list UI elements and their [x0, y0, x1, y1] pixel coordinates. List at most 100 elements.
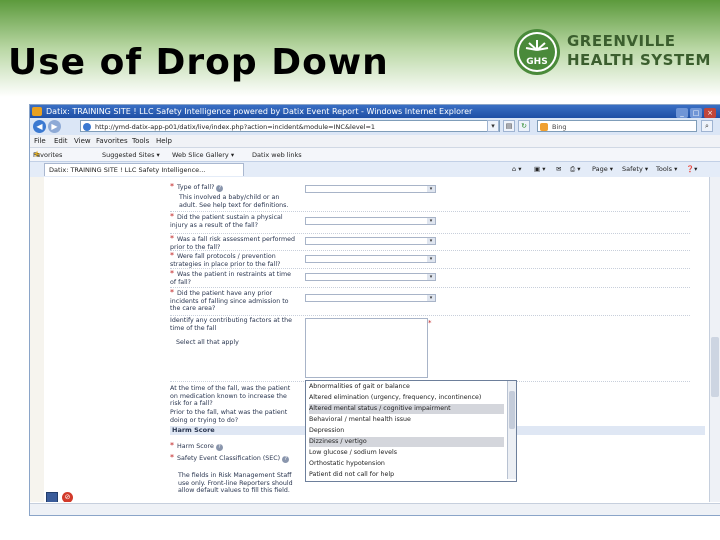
question-label: Safety Event Classification (SEC) — [177, 455, 281, 462]
question-prior-incidents: * Did the patient have any prior incident… — [170, 289, 298, 313]
dropdown-scrollbar[interactable] — [507, 381, 516, 479]
question-sec: * Safety Event Classification (SEC)? — [170, 454, 298, 463]
menu-edit[interactable]: Edit — [54, 135, 68, 147]
page-scrollbar[interactable] — [709, 177, 720, 502]
close-icon[interactable]: × — [704, 108, 716, 118]
question-note: This involved a baby/child or an adult. … — [179, 194, 289, 209]
dropdown-option[interactable]: Behavioral / mental health issue — [309, 415, 504, 425]
search-placeholder: Bing — [552, 123, 567, 131]
help-icon[interactable]: ? — [216, 185, 224, 192]
contributing-factors-dropdown[interactable]: Abnormalities of gait or balance Altered… — [305, 380, 517, 482]
window-titlebar: Datix: TRAINING SITE ! LLC Safety Intell… — [30, 105, 720, 118]
menu-bar: File Edit View Favorites Tools Help — [30, 135, 720, 147]
menu-help[interactable]: Help — [156, 135, 172, 147]
menu-view[interactable]: View — [74, 135, 91, 147]
question-restraints: * Was the patient in restraints at time o… — [170, 270, 295, 286]
address-row: ◀ ▶ http://ymd-datix-app-p01/datix/live/… — [30, 118, 720, 135]
ie-page-icon — [83, 123, 91, 131]
required-asterisk: * — [170, 182, 174, 191]
separator — [170, 211, 690, 212]
address-bar[interactable]: http://ymd-datix-app-p01/datix/live/inde… — [80, 120, 500, 132]
separator — [170, 268, 690, 269]
home-icon[interactable]: ⌂ ▾ — [512, 162, 521, 177]
help-menu-icon[interactable]: ❓▾ — [686, 162, 697, 177]
address-dropdown-icon[interactable]: ▾ — [487, 120, 499, 132]
mail-icon[interactable]: ✉ — [556, 162, 561, 177]
question-label: Harm Score — [177, 443, 214, 450]
dropdown-option[interactable]: Altered elimination (urgency, frequency,… — [309, 393, 504, 403]
menu-tools[interactable]: Tools — [132, 135, 149, 147]
risk-management-note: The fields in Risk Management Staff use … — [178, 472, 293, 494]
browser-screenshot: Datix: TRAINING SITE ! LLC Safety Intell… — [29, 104, 720, 516]
dropdown-scroll-thumb[interactable] — [509, 391, 515, 429]
incident-form: * Type of fall?? ▾ This involved a baby/c… — [30, 177, 710, 502]
protocols-select[interactable]: ▾ — [305, 255, 436, 263]
search-icon[interactable]: ⌕ — [701, 120, 713, 132]
dropdown-option[interactable]: Depression — [309, 426, 504, 436]
menu-favorites[interactable]: Favorites — [96, 135, 128, 147]
menu-file[interactable]: File — [34, 135, 46, 147]
refresh-icon[interactable]: ↻ — [518, 120, 530, 132]
question-activity: Prior to the fall, what was the patient … — [170, 409, 288, 424]
question-medication: At the time of the fall, was the patient… — [170, 385, 291, 407]
question-label: Were fall protocols / prevention strateg… — [170, 253, 281, 268]
page-menu[interactable]: Page ▾ — [592, 162, 613, 177]
back-icon[interactable]: ◀ — [33, 120, 46, 133]
required-asterisk: * — [170, 453, 174, 462]
tab-datix[interactable]: Datix: TRAINING SITE ! LLC Safety Intell… — [44, 163, 244, 176]
question-label: Did the patient sustain a physical injur… — [170, 214, 283, 229]
dropdown-option[interactable]: Abnormalities of gait or balance — [309, 382, 504, 392]
logo-text: GREENVILLE HEALTH SYSTEM — [567, 32, 711, 70]
chevron-down-icon: ▾ — [427, 186, 435, 192]
type-of-fall-select[interactable]: ▾ — [305, 185, 436, 193]
question-contributing-factors: Identify any contributing factors at the… — [170, 317, 293, 332]
tools-menu[interactable]: Tools ▾ — [656, 162, 677, 177]
help-icon[interactable]: ? — [215, 444, 223, 451]
question-label: Was a fall risk assessment performed pri… — [170, 236, 296, 251]
compat-view-icon[interactable]: ▤ — [503, 120, 515, 132]
address-text: http://ymd-datix-app-p01/datix/live/inde… — [95, 123, 376, 131]
dropdown-option[interactable]: Low glucose / sodium levels — [309, 448, 504, 458]
chevron-down-icon: ▾ — [427, 218, 435, 224]
fav-web-slice[interactable]: Web Slice Gallery ▾ — [172, 148, 234, 162]
favorites-bar: ★ Favorites Suggested Sites ▾ Web Slice … — [30, 147, 720, 162]
maximize-icon[interactable]: □ — [690, 108, 702, 118]
dropdown-option[interactable]: Patient did not call for help — [309, 470, 504, 480]
save-disk-icon[interactable] — [46, 492, 58, 502]
risk-assessment-select[interactable]: ▾ — [305, 237, 436, 245]
question-injury: * Did the patient sustain a physical inju… — [170, 213, 295, 229]
logo-line1: GREENVILLE — [567, 32, 676, 50]
print-icon[interactable]: ⎙ ▾ — [570, 162, 581, 177]
app-icon — [32, 107, 42, 116]
required-asterisk: * — [170, 251, 174, 260]
chevron-down-icon: ▾ — [427, 274, 435, 280]
injury-select[interactable]: ▾ — [305, 217, 436, 225]
dropdown-option[interactable]: Orthostatic hypotension — [309, 459, 504, 469]
cancel-icon[interactable]: ⊘ — [62, 492, 73, 502]
question-label: Did the patient have any prior incidents… — [170, 290, 289, 312]
favorites-label: Favorites — [33, 151, 63, 159]
contributing-factors-listbox[interactable] — [305, 318, 428, 378]
chevron-down-icon: ▾ — [427, 295, 435, 301]
feeds-icon[interactable]: ▣ ▾ — [534, 162, 545, 177]
safety-menu[interactable]: Safety ▾ — [622, 162, 648, 177]
logo-mark-text: GHS — [526, 57, 547, 67]
question-type-of-fall: * Type of fall?? — [170, 183, 295, 192]
fav-datix-links[interactable]: Datix web links — [252, 148, 302, 162]
help-icon[interactable]: ? — [282, 456, 290, 463]
palm-seal-icon: GHS — [514, 29, 560, 75]
status-bar — [30, 503, 720, 515]
page-scroll-thumb[interactable] — [711, 337, 719, 397]
required-asterisk: * — [170, 269, 174, 278]
search-input[interactable]: Bing — [537, 120, 697, 132]
minimize-icon[interactable]: _ — [676, 108, 688, 118]
forward-icon[interactable]: ▶ — [48, 120, 61, 133]
fav-suggested-sites[interactable]: Suggested Sites ▾ — [102, 148, 160, 162]
dropdown-option-highlighted[interactable]: Dizziness / vertigo — [309, 437, 504, 447]
dropdown-option-highlighted[interactable]: Altered mental status / cognitive impair… — [309, 404, 504, 414]
question-label: Type of fall? — [177, 184, 215, 191]
restraints-select[interactable]: ▾ — [305, 273, 436, 281]
prior-incidents-select[interactable]: ▾ — [305, 294, 436, 302]
greenville-logo: GHS GREENVILLE HEALTH SYSTEM — [513, 28, 713, 80]
required-asterisk: * — [170, 212, 174, 221]
